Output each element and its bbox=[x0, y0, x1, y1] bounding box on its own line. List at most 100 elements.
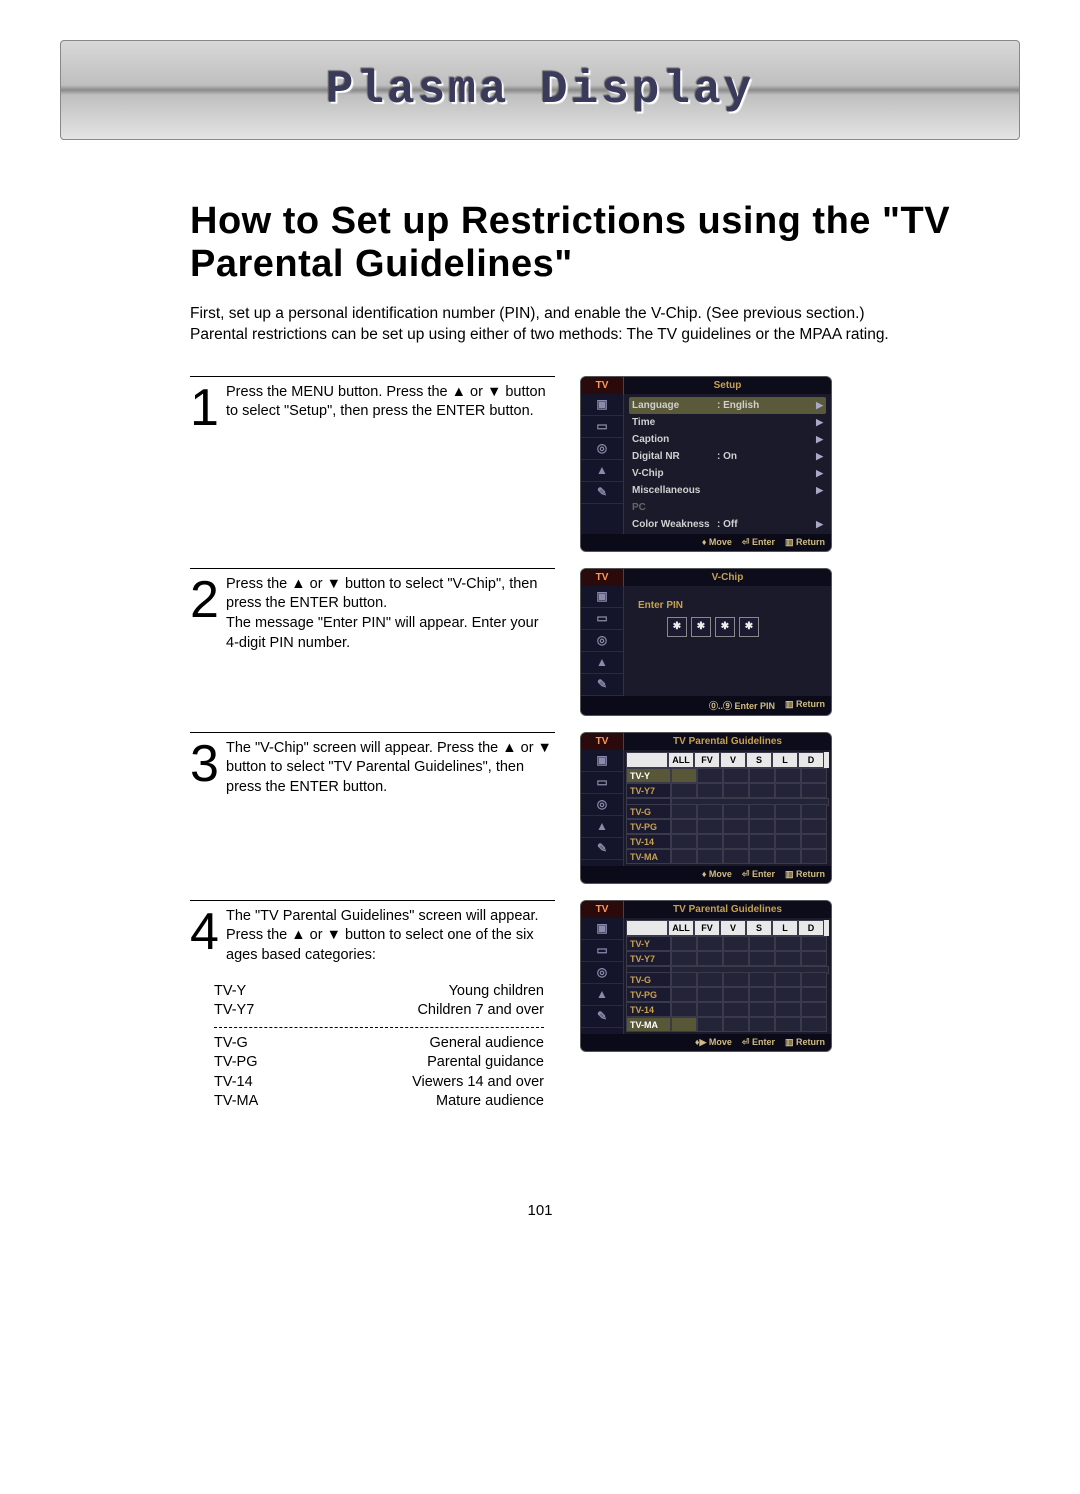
step-left: 2 Press the ▲ or ▼ button to select "V-C… bbox=[190, 568, 555, 653]
osd-tpg-screenshot-2: TV TV Parental Guidelines ▣ ▭ ◎ ▲ ✎ bbox=[580, 900, 830, 1052]
step-left: 3 The "V-Chip" screen will appear. Press… bbox=[190, 732, 555, 798]
tpg-grid: ALL FV V S L D TV-Y bbox=[626, 752, 829, 864]
chevron-right-icon: ▶ bbox=[762, 485, 823, 496]
tpg-row-tvma[interactable]: TV-MA bbox=[626, 1017, 829, 1032]
chevron-right-icon: ▶ bbox=[762, 400, 823, 411]
tpg-grid: ALL FV V S L D TV-Y bbox=[626, 920, 829, 1032]
osd-vchip-pin-screenshot: TV V-Chip ▣ ▭ ◎ ▲ ✎ Enter PIN bbox=[580, 568, 830, 716]
step-4: 4 The "TV Parental Guidelines" screen wi… bbox=[190, 900, 890, 1112]
osd-footer: ♦ Move ⏎ Enter ▥ Return bbox=[581, 866, 831, 883]
cat-tvpg: TV-PG Parental guidance bbox=[214, 1053, 544, 1073]
return-hint: ▥ Return bbox=[785, 869, 825, 880]
step-number: 2 bbox=[190, 575, 216, 620]
osd-sidebar-icons: ▣ ▭ ◎ ▲ ✎ bbox=[581, 750, 624, 866]
sound-icon: ▭ bbox=[581, 416, 623, 438]
step-text: The "TV Parental Guidelines" screen will… bbox=[226, 907, 555, 966]
sound-icon: ▭ bbox=[581, 940, 623, 962]
sound-icon: ▭ bbox=[581, 772, 623, 794]
step-number: 3 bbox=[190, 739, 216, 784]
channel-icon: ◎ bbox=[581, 794, 623, 816]
cat-tvg: TV-G General audience bbox=[214, 1034, 544, 1054]
pin-digit: ✱ bbox=[667, 617, 687, 637]
pin-digit: ✱ bbox=[691, 617, 711, 637]
cat-tvma: TV-MA Mature audience bbox=[214, 1092, 544, 1112]
osd-row-language[interactable]: Language : English ▶ bbox=[629, 397, 826, 414]
osd-vchip-pin: TV V-Chip ▣ ▭ ◎ ▲ ✎ Enter PIN bbox=[580, 568, 832, 716]
osd-row-caption[interactable]: Caption ▶ bbox=[629, 431, 826, 448]
enter-hint: ⏎ Enter bbox=[742, 869, 775, 880]
osd-tpg-screenshot-1: TV TV Parental Guidelines ▣ ▭ ◎ ▲ ✎ bbox=[580, 732, 830, 884]
osd-row-time[interactable]: Time ▶ bbox=[629, 414, 826, 431]
move-hint: ♦ Move bbox=[702, 537, 732, 548]
return-hint: ▥ Return bbox=[785, 1037, 825, 1048]
osd-sidebar-icons: ▣ ▭ ◎ ▲ ✎ bbox=[581, 918, 624, 1034]
steps-container: 1 Press the MENU button. Press the ▲ or … bbox=[190, 376, 890, 1112]
osd-row-misc[interactable]: Miscellaneous ▶ bbox=[629, 482, 826, 499]
chevron-right-icon: ▶ bbox=[762, 451, 823, 462]
misc-icon: ✎ bbox=[581, 1006, 623, 1028]
setup-icon: ▲ bbox=[581, 816, 623, 838]
sound-icon: ▭ bbox=[581, 608, 623, 630]
chevron-right-icon: ▶ bbox=[762, 519, 823, 530]
misc-icon: ✎ bbox=[581, 674, 623, 696]
osd-tpg-a: TV TV Parental Guidelines ▣ ▭ ◎ ▲ ✎ bbox=[580, 732, 832, 884]
manual-page: Plasma Display How to Set up Restriction… bbox=[0, 40, 1080, 1219]
osd-setup-screenshot: TV Setup ▣ ▭ ◎ ▲ ✎ Languag bbox=[580, 376, 830, 552]
step-left: 1 Press the MENU button. Press the ▲ or … bbox=[190, 376, 555, 428]
chevron-right-icon: ▶ bbox=[762, 434, 823, 445]
tpg-row-tvg[interactable]: TV-G bbox=[626, 972, 829, 987]
osd-row-vchip[interactable]: V-Chip ▶ bbox=[629, 465, 826, 482]
tpg-row-tvg[interactable]: TV-G bbox=[626, 804, 829, 819]
chevron-right-icon: ▶ bbox=[762, 468, 823, 479]
picture-icon: ▣ bbox=[581, 918, 623, 940]
osd-row-color-weakness[interactable]: Color Weakness : Off ▶ bbox=[629, 516, 826, 533]
cat-tv14: TV-14 Viewers 14 and over bbox=[214, 1073, 544, 1093]
osd-tpg-b: TV TV Parental Guidelines ▣ ▭ ◎ ▲ ✎ bbox=[580, 900, 832, 1052]
pin-digit: ✱ bbox=[715, 617, 735, 637]
step-1: 1 Press the MENU button. Press the ▲ or … bbox=[190, 376, 890, 552]
return-hint: ▥ Return bbox=[785, 699, 825, 712]
picture-icon: ▣ bbox=[581, 394, 623, 416]
cat-tvy7: TV-Y7 Children 7 and over bbox=[214, 1001, 544, 1021]
move-hint: ♦▶ Move bbox=[695, 1037, 732, 1048]
osd-title: Setup bbox=[624, 377, 831, 394]
setup-icon: ▲ bbox=[581, 984, 623, 1006]
tpg-row-tvy[interactable]: TV-Y bbox=[626, 768, 829, 783]
pin-input[interactable]: ✱ ✱ ✱ ✱ bbox=[667, 617, 823, 637]
misc-icon: ✎ bbox=[581, 838, 623, 860]
osd-row-pc: PC bbox=[629, 499, 826, 516]
osd-row-digital-nr[interactable]: Digital NR : On ▶ bbox=[629, 448, 826, 465]
picture-icon: ▣ bbox=[581, 750, 623, 772]
enter-hint: ⏎ Enter bbox=[742, 537, 775, 548]
header-banner: Plasma Display bbox=[60, 40, 1020, 140]
enter-pin-hint: ⓪..⑨ Enter PIN bbox=[709, 699, 775, 712]
picture-icon: ▣ bbox=[581, 586, 623, 608]
setup-icon: ▲ bbox=[581, 652, 623, 674]
tpg-row-tv14[interactable]: TV-14 bbox=[626, 834, 829, 849]
step-number: 4 bbox=[190, 907, 216, 966]
chevron-right-icon: ▶ bbox=[762, 417, 823, 428]
pin-digit: ✱ bbox=[739, 617, 759, 637]
category-divider bbox=[214, 1027, 544, 1028]
tpg-row-tvy[interactable]: TV-Y bbox=[626, 936, 829, 951]
step-text: The "V-Chip" screen will appear. Press t… bbox=[226, 739, 555, 798]
tpg-row-tvpg[interactable]: TV-PG bbox=[626, 987, 829, 1002]
cat-tvy: TV-Y Young children bbox=[214, 982, 544, 1002]
osd-sidebar-icons: ▣ ▭ ◎ ▲ ✎ bbox=[581, 394, 624, 534]
step-left: 4 The "TV Parental Guidelines" screen wi… bbox=[190, 900, 555, 1112]
osd-footer: ⓪..⑨ Enter PIN ▥ Return bbox=[581, 696, 831, 715]
step-2: 2 Press the ▲ or ▼ button to select "V-C… bbox=[190, 568, 890, 716]
tpg-row-tvpg[interactable]: TV-PG bbox=[626, 819, 829, 834]
tpg-row-tvma[interactable]: TV-MA bbox=[626, 849, 829, 864]
osd-tv-badge: TV bbox=[581, 377, 624, 394]
step-text: Press the ▲ or ▼ button to select "V-Chi… bbox=[226, 575, 555, 653]
osd-footer: ♦ Move ⏎ Enter ▥ Return bbox=[581, 534, 831, 551]
page-number: 101 bbox=[0, 1202, 1080, 1219]
tpg-row-tvy7[interactable]: TV-Y7 bbox=[626, 783, 829, 798]
channel-icon: ◎ bbox=[581, 630, 623, 652]
tpg-row-tvy7[interactable]: TV-Y7 bbox=[626, 951, 829, 966]
enter-pin-label: Enter PIN bbox=[638, 600, 823, 611]
step-text: Press the MENU button. Press the ▲ or ▼ … bbox=[226, 383, 555, 422]
tpg-row-tv14[interactable]: TV-14 bbox=[626, 1002, 829, 1017]
osd-sidebar-icons: ▣ ▭ ◎ ▲ ✎ bbox=[581, 586, 624, 696]
